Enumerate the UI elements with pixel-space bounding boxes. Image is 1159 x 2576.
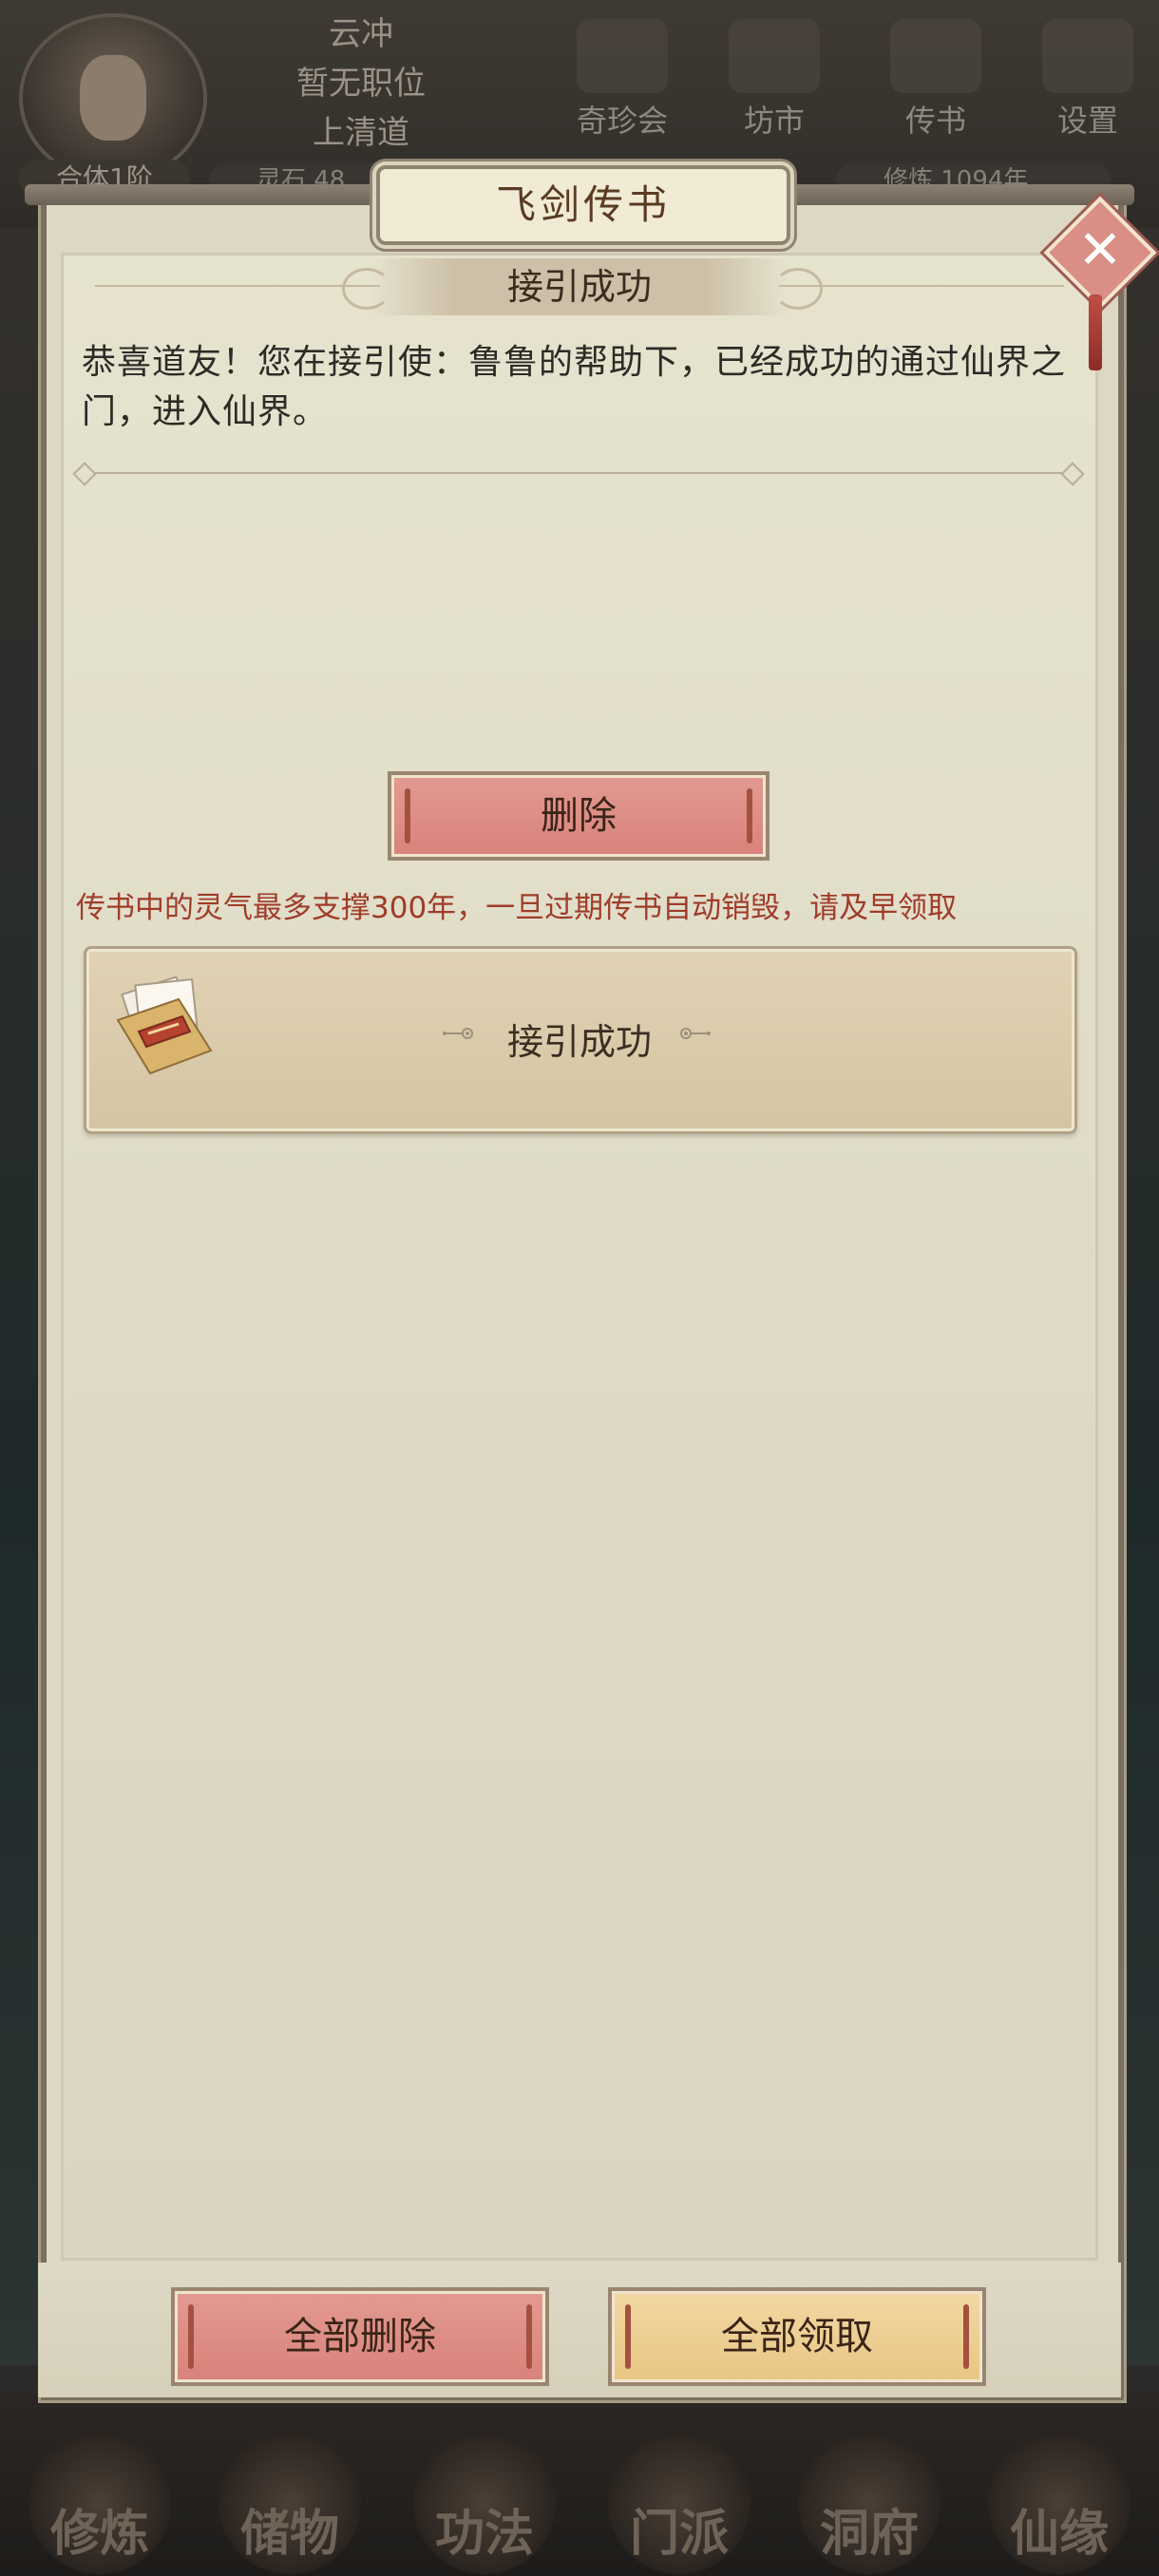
button-cap bbox=[188, 2304, 194, 2369]
bottom-nav-label: 储物 bbox=[239, 2505, 339, 2563]
claim-all-label: 全部领取 bbox=[721, 2315, 873, 2358]
nav-label: 坊市 bbox=[743, 103, 805, 139]
ornament-right-icon bbox=[680, 1028, 711, 1039]
treasure-pavilion-icon bbox=[577, 19, 668, 93]
nav-market[interactable]: 坊市 bbox=[712, 19, 836, 141]
bottom-nav-label: 修炼 bbox=[49, 2505, 149, 2563]
letter-subject: 接引成功 bbox=[370, 258, 788, 315]
button-cap bbox=[625, 2304, 631, 2369]
envelope-icon bbox=[116, 976, 213, 1075]
gear-icon bbox=[1042, 19, 1133, 93]
player-position: 暂无职位 bbox=[296, 65, 426, 103]
body-divider bbox=[76, 472, 1083, 474]
nav-letters[interactable]: 传书 bbox=[874, 19, 998, 141]
nav-label: 设置 bbox=[1056, 103, 1118, 139]
delete-all-label: 全部删除 bbox=[284, 2315, 436, 2358]
button-cap bbox=[405, 788, 410, 843]
market-icon bbox=[729, 19, 820, 93]
player-name: 云冲 bbox=[329, 15, 393, 53]
bottom-nav-label: 功法 bbox=[434, 2505, 534, 2563]
close-tassel bbox=[1089, 294, 1102, 370]
bottom-nav-label: 洞府 bbox=[819, 2505, 919, 2563]
avatar-portrait bbox=[80, 55, 146, 141]
claim-all-button[interactable]: 全部领取 bbox=[608, 2287, 986, 2386]
letter-icon bbox=[890, 19, 981, 93]
delete-button[interactable]: 删除 bbox=[388, 771, 770, 861]
letter-paper bbox=[61, 253, 1098, 2261]
delete-label: 删除 bbox=[541, 794, 617, 838]
button-cap bbox=[747, 788, 752, 843]
dialog-title: 飞剑传书 bbox=[376, 165, 790, 245]
nav-settings[interactable]: 设置 bbox=[1026, 19, 1150, 141]
expiry-notice: 传书中的灵气最多支撑300年，一旦过期传书自动销毁，请及早领取 bbox=[76, 891, 958, 925]
nav-label: 传书 bbox=[904, 103, 966, 139]
delete-all-button[interactable]: 全部删除 bbox=[171, 2287, 549, 2386]
bottom-nav-label: 门派 bbox=[629, 2505, 729, 2563]
player-sect: 上清道 bbox=[313, 114, 409, 152]
letter-body: 恭喜道友！您在接引使：鲁鲁的帮助下，已经成功的通过仙界之门，进入仙界。 bbox=[82, 343, 1067, 431]
bottom-nav-bar bbox=[0, 2394, 1159, 2576]
player-avatar[interactable] bbox=[19, 13, 207, 182]
nav-label: 奇珍会 bbox=[576, 103, 668, 139]
subtitle-line-left bbox=[95, 285, 380, 287]
nav-treasure-pavilion[interactable]: 奇珍会 bbox=[560, 19, 684, 141]
button-cap bbox=[526, 2304, 532, 2369]
player-info: 云冲 暂无职位 上清道 bbox=[247, 9, 475, 158]
close-icon[interactable]: ✕ bbox=[1060, 211, 1140, 291]
bottom-nav-label: 仙缘 bbox=[1009, 2505, 1109, 2563]
button-cap bbox=[963, 2304, 969, 2369]
